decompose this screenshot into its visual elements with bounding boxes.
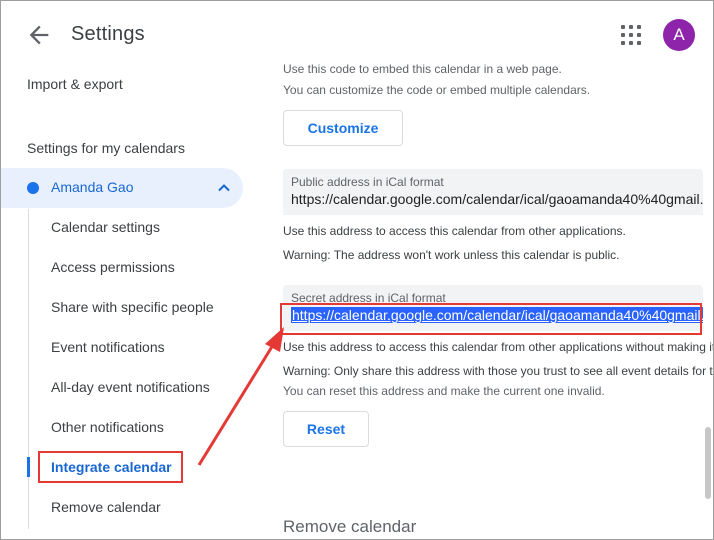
- reset-button[interactable]: Reset: [283, 411, 369, 447]
- sidebar-item-access-permissions[interactable]: Access permissions: [51, 259, 175, 275]
- chevron-up-icon[interactable]: [216, 180, 232, 196]
- sub-nav-active-indicator: [27, 457, 30, 477]
- secret-address-warning: Warning: Only share this address with th…: [283, 364, 713, 378]
- sidebar-item-other-notifications[interactable]: Other notifications: [51, 419, 164, 435]
- public-address-help: Use this address to access this calendar…: [283, 224, 626, 238]
- sidebar-section-heading: Settings for my calendars: [27, 140, 185, 156]
- arrow-back-icon[interactable]: [25, 21, 53, 49]
- sidebar-item-all-day-event-notifications[interactable]: All-day event notifications: [51, 379, 210, 395]
- sidebar-calendar-amanda-gao[interactable]: Amanda Gao: [1, 168, 243, 208]
- calendar-name: Amanda Gao: [51, 179, 134, 195]
- sidebar-item-calendar-settings[interactable]: Calendar settings: [51, 219, 160, 235]
- settings-window: Settings A Import & export Settings for …: [0, 0, 714, 540]
- public-address-label: Public address in iCal format: [291, 175, 444, 189]
- embed-help-text: Use this code to embed this calendar in …: [283, 62, 562, 76]
- secret-address-help: Use this address to access this calendar…: [283, 340, 714, 354]
- sidebar-item-share-with-specific-people[interactable]: Share with specific people: [51, 299, 214, 315]
- sidebar-item-import-export[interactable]: Import & export: [27, 76, 123, 92]
- public-address-value[interactable]: https://calendar.google.com/calendar/ica…: [291, 191, 703, 207]
- page-title: Settings: [71, 23, 145, 45]
- remove-calendar-section-title: Remove calendar: [283, 517, 417, 536]
- scrollbar[interactable]: [705, 427, 711, 499]
- avatar[interactable]: A: [663, 19, 695, 51]
- sub-nav-line: [28, 209, 29, 529]
- calendar-color-dot: [27, 182, 39, 194]
- public-address-warning: Warning: The address won't work unless t…: [283, 248, 620, 262]
- customize-help-text: You can customize the code or embed mult…: [283, 83, 591, 97]
- apps-grid-icon[interactable]: [620, 24, 642, 46]
- customize-button[interactable]: Customize: [283, 110, 403, 146]
- reset-help-text: You can reset this address and make the …: [283, 384, 605, 398]
- sidebar-item-event-notifications[interactable]: Event notifications: [51, 339, 165, 355]
- app-header: Settings A: [1, 1, 713, 67]
- sidebar-item-remove-calendar[interactable]: Remove calendar: [51, 499, 161, 515]
- integrate-calendar-highlight-box: [38, 451, 183, 483]
- public-address-field[interactable]: Public address in iCal format https://ca…: [283, 169, 703, 215]
- secret-address-highlight-box: [280, 303, 702, 335]
